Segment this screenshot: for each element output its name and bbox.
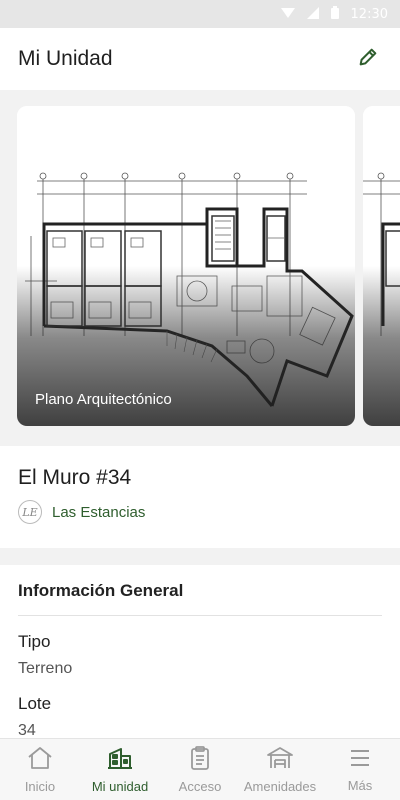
bottom-nav: Inicio Mi unidad Acceso Amenidades Más bbox=[0, 738, 400, 800]
nav-item-acceso[interactable]: Acceso bbox=[160, 739, 240, 800]
field-label-lote: Lote bbox=[18, 694, 52, 713]
caption-gradient-next bbox=[363, 266, 400, 426]
menu-icon bbox=[348, 747, 372, 774]
nav-item-amenidades[interactable]: Amenidades bbox=[240, 739, 320, 800]
field-label-tipo: Tipo bbox=[18, 632, 51, 651]
nav-item-mas[interactable]: Más bbox=[320, 739, 400, 800]
plan-card-next[interactable] bbox=[363, 106, 400, 426]
wifi-icon bbox=[280, 7, 295, 22]
battery-icon bbox=[330, 6, 339, 22]
clipboard-icon bbox=[188, 745, 212, 775]
status-bar: 12:30 bbox=[0, 0, 400, 28]
nav-item-mi-unidad[interactable]: Mi unidad bbox=[80, 739, 160, 800]
nav-label-amenidades: Amenidades bbox=[243, 778, 317, 794]
development-name[interactable]: Las Estancias bbox=[52, 504, 145, 521]
plan-card[interactable]: Plano Arquitectónico bbox=[17, 106, 355, 426]
nav-label-mas: Más bbox=[347, 777, 373, 793]
app-header: Mi Unidad bbox=[0, 28, 400, 90]
nav-label-mi-unidad: Mi unidad bbox=[91, 778, 149, 794]
nav-label-acceso: Acceso bbox=[178, 778, 222, 794]
status-time: 12:30 bbox=[350, 6, 388, 22]
development-row[interactable]: LE Las Estancias bbox=[18, 500, 382, 524]
nav-label-inicio: Inicio bbox=[24, 778, 56, 794]
plan-carousel[interactable]: Plano Arquitectónico bbox=[0, 90, 400, 445]
development-logo: LE bbox=[18, 500, 42, 524]
edit-button[interactable] bbox=[354, 45, 382, 73]
nav-item-inicio[interactable]: Inicio bbox=[0, 739, 80, 800]
general-info-section: Información General Tipo Terreno Lote 34 bbox=[0, 565, 400, 745]
unit-summary: El Muro #34 LE Las Estancias bbox=[0, 446, 400, 548]
unit-name: El Muro #34 bbox=[18, 466, 132, 489]
pencil-icon bbox=[357, 46, 379, 73]
pavilion-icon bbox=[266, 746, 294, 775]
signal-icon bbox=[306, 6, 319, 22]
building-icon bbox=[107, 746, 133, 775]
plan-caption: Plano Arquitectónico bbox=[35, 391, 172, 408]
home-icon bbox=[27, 746, 53, 775]
field-value-tipo: Terreno bbox=[18, 660, 73, 677]
section-title: Información General bbox=[18, 581, 382, 616]
page-title: Mi Unidad bbox=[18, 47, 113, 70]
